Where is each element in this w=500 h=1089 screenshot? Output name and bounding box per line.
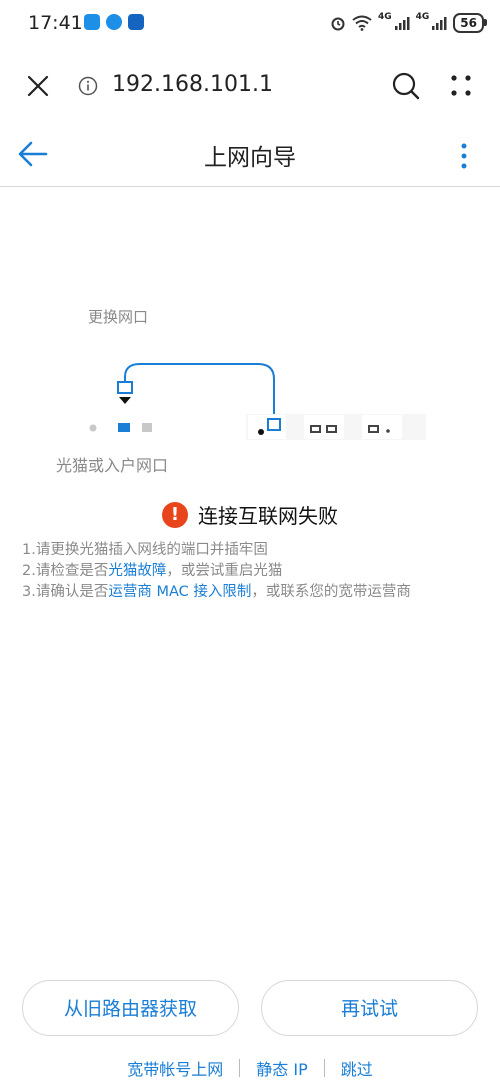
more-dots-icon[interactable] (450, 74, 474, 98)
cable-plug-modem (117, 381, 133, 394)
tip-3: 3.请确认是否运营商 MAC 接入限制，或联系您的宽带运营商 (22, 582, 411, 603)
static-ip-link[interactable]: 静态 IP (256, 1056, 307, 1080)
isp-mac-limit-link[interactable]: 运营商 MAC 接入限制 (108, 584, 251, 600)
retry-button[interactable]: 再试试 (261, 980, 478, 1036)
overflow-menu-icon[interactable] (459, 142, 469, 172)
tip-1-text: 1.请更换光猫插入网线的端口并插牢固 (22, 542, 268, 558)
cell-signal-icon-1 (394, 17, 410, 30)
down-arrow-icon (119, 397, 131, 404)
error-title: 连接互联网失败 (198, 504, 338, 528)
connection-diagram (89, 363, 426, 440)
close-icon[interactable] (26, 74, 50, 98)
modem-indicator (89, 424, 97, 432)
battery-indicator: 56 (453, 13, 487, 33)
cable-plug-router (267, 418, 281, 431)
modem-fault-link[interactable]: 光猫故障 (108, 563, 166, 579)
troubleshooting-tips: 1.请更换光猫插入网线的端口并插牢固 2.请检查是否光猫故障，或尝试重启光猫 3… (22, 540, 411, 603)
status-bar: 17:41 4G 4G 56 (0, 0, 500, 48)
cell-signal-icon-2 (432, 17, 447, 30)
alarm-icon (331, 17, 345, 31)
pppoe-link[interactable]: 宽带帐号上网 (127, 1056, 223, 1080)
router-port-lan2-dot (386, 429, 390, 433)
search-icon[interactable] (391, 71, 421, 101)
tip-2-suffix: ，或尝试重启光猫 (166, 563, 283, 579)
link-separator (239, 1059, 241, 1077)
router-port-dot (258, 429, 264, 435)
tip-2-text: 2.请检查是否 (22, 563, 109, 579)
wifi-app-icon (84, 14, 100, 30)
message-app-icon (106, 14, 122, 30)
header-divider (0, 186, 500, 187)
error-message: ! 连接互联网失败 (0, 500, 500, 529)
bottom-links: 宽带帐号上网 静态 IP 跳过 (0, 1056, 500, 1080)
page-title: 上网向导 (204, 145, 296, 171)
error-icon: ! (162, 501, 188, 528)
network-type-1: 4G (377, 12, 392, 22)
tip-1: 1.请更换光猫插入网线的端口并插牢固 (22, 540, 411, 561)
status-time: 17:41 (28, 12, 83, 34)
status-right: 4G 4G 56 (330, 10, 487, 36)
modem-port-active (118, 423, 130, 432)
wifi-signal-icon (352, 15, 372, 31)
modem-port (142, 423, 152, 432)
address-bar-url[interactable]: 192.168.101.1 (112, 72, 273, 97)
network-cable (124, 363, 275, 419)
tip-3-text: 3.请确认是否 (22, 584, 109, 600)
link-separator (323, 1059, 325, 1077)
skip-link[interactable]: 跳过 (341, 1056, 373, 1080)
info-icon[interactable] (78, 76, 98, 96)
bag-app-icon (128, 14, 144, 30)
tip-3-suffix: ，或联系您的宽带运营商 (251, 584, 411, 600)
get-from-old-router-button[interactable]: 从旧路由器获取 (22, 980, 239, 1036)
network-type-2: 4G (415, 12, 430, 22)
tip-2: 2.请检查是否光猫故障，或尝试重启光猫 (22, 561, 411, 582)
modem-port-label: 光猫或入户网口 (56, 456, 169, 475)
change-port-hint: 更换网口 (88, 308, 149, 326)
